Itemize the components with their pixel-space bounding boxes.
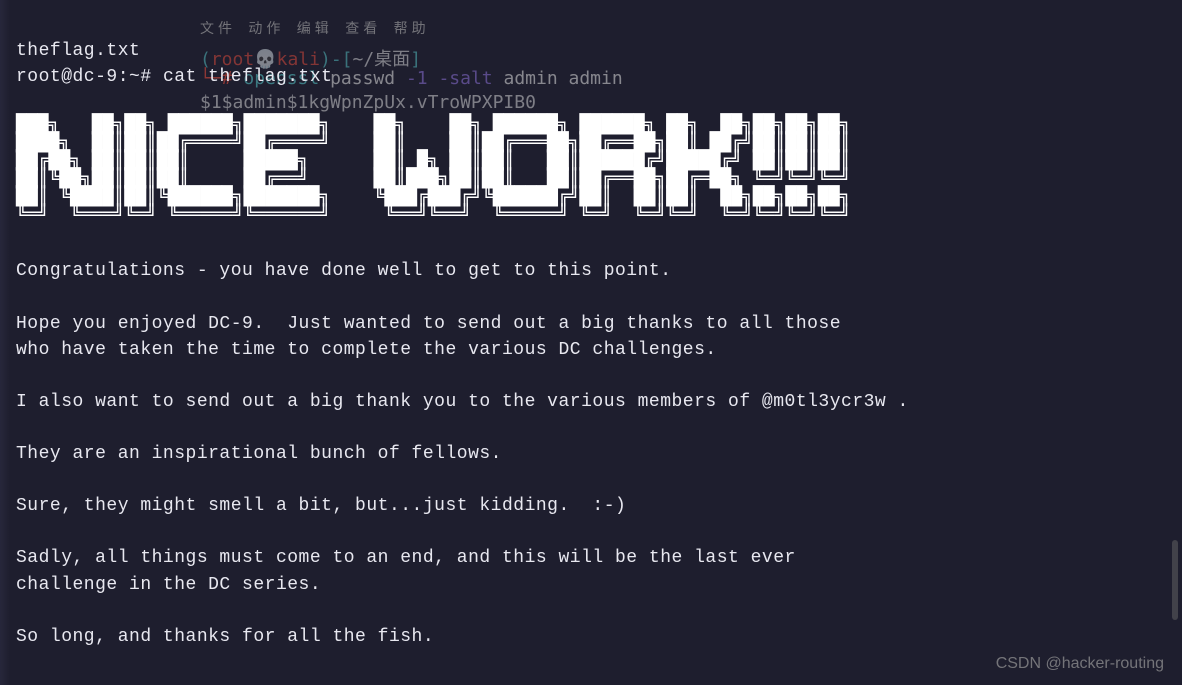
watermark-text: CSDN @hacker-routing	[996, 655, 1164, 673]
filename-line: theflag.txt	[16, 41, 140, 61]
flag-body-text: Congratulations - you have done well to …	[16, 261, 909, 646]
scrollbar-track[interactable]	[1170, 0, 1178, 685]
sidebar-edge	[0, 0, 10, 685]
scrollbar-thumb[interactable]	[1172, 540, 1178, 620]
shell-command: cat theflag.txt	[163, 67, 333, 87]
shell-prompt: root@dc-9:~#	[16, 67, 163, 87]
terminal-output[interactable]: theflag.txt root@dc-9:~# cat theflag.txt…	[16, 12, 1172, 650]
ascii-art-banner: ███╗ ██╗██╗ ██████╗███████╗ ██╗ ██╗ ████…	[16, 98, 1172, 224]
